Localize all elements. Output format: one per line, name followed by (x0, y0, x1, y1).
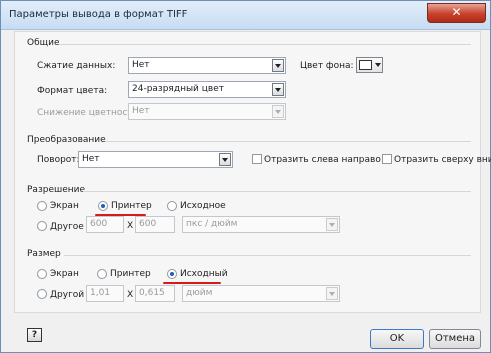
section-size-divider (64, 255, 471, 256)
color-format-value: 24-разрядный цвет (132, 84, 224, 94)
resolution-units-select[interactable]: пкс / дюйм (182, 216, 340, 233)
resolution-x-value: 600 (90, 219, 108, 229)
flip-horizontal-checkbox[interactable] (252, 154, 262, 164)
size-height-value: 0,615 (139, 288, 165, 298)
resolution-y-input[interactable]: 600 (135, 216, 175, 233)
help-button[interactable]: ? (27, 328, 42, 342)
section-transform-divider (105, 141, 471, 142)
size-other-radio[interactable] (37, 289, 47, 299)
background-color-picker[interactable] (356, 57, 383, 73)
window-title: Параметры вывода в формат TIFF (9, 9, 188, 20)
color-reduction-select[interactable]: Нет (128, 103, 286, 120)
size-width-input[interactable]: 1,01 (86, 285, 124, 302)
color-reduction-label: Снижение цветности: (37, 108, 142, 118)
compression-label: Сжатие данных: (37, 61, 116, 71)
size-printer-radio[interactable] (97, 269, 107, 279)
dialog-window: Параметры вывода в формат TIFF ✕ Общие С… (0, 0, 491, 353)
resolution-screen-label[interactable]: Экран (50, 201, 79, 211)
size-printer-label[interactable]: Принтер (110, 269, 151, 279)
size-width-value: 1,01 (90, 288, 111, 298)
size-screen-radio[interactable] (37, 269, 47, 279)
size-units-value: дюйм (186, 288, 213, 298)
cancel-button[interactable]: Отмена (429, 329, 481, 349)
resolution-other-label[interactable]: Другое (50, 222, 84, 232)
resolution-other-radio[interactable] (37, 221, 47, 231)
close-icon: ✕ (451, 5, 462, 19)
size-source-label[interactable]: Исходный (180, 269, 228, 279)
background-color-label: Цвет фона: (300, 61, 354, 71)
resolution-printer-radio[interactable] (98, 201, 108, 211)
red-underline-size (163, 282, 221, 284)
size-screen-label[interactable]: Экран (50, 269, 79, 279)
section-transform-title: Преобразование (27, 135, 106, 145)
size-height-input[interactable]: 0,615 (135, 285, 175, 302)
resolution-times-sign: X (127, 221, 134, 231)
chevron-down-icon (326, 218, 338, 231)
size-times-sign: X (127, 290, 134, 300)
compression-select[interactable]: Нет (128, 57, 286, 74)
section-size-title: Размер (27, 249, 61, 259)
chevron-down-icon (326, 287, 338, 300)
title-bar[interactable]: Параметры вывода в формат TIFF ✕ (1, 1, 490, 30)
section-resolution-divider (83, 191, 471, 192)
chevron-down-icon (375, 63, 381, 67)
help-icon: ? (31, 330, 38, 340)
resolution-source-radio[interactable] (167, 201, 177, 211)
resolution-printer-label[interactable]: Принтер (111, 201, 152, 211)
rotation-value: Нет (82, 154, 100, 164)
chevron-down-icon (272, 105, 284, 118)
resolution-source-label[interactable]: Исходное (180, 201, 226, 211)
compression-value: Нет (132, 60, 150, 70)
color-swatch (359, 60, 372, 70)
chevron-down-icon (272, 59, 284, 72)
resolution-y-value: 600 (139, 219, 157, 229)
size-other-label[interactable]: Другой (50, 290, 84, 300)
section-resolution-title: Разрешение (27, 185, 86, 195)
flip-vertical-checkbox[interactable] (382, 154, 392, 164)
resolution-x-input[interactable]: 600 (86, 216, 124, 233)
size-source-radio[interactable] (167, 269, 177, 279)
ok-button[interactable]: OK (370, 329, 424, 349)
resolution-screen-radio[interactable] (37, 201, 47, 211)
color-format-label: Формат цвета: (37, 86, 108, 96)
resolution-units-value: пкс / дюйм (186, 219, 238, 229)
chevron-down-icon (219, 153, 231, 166)
size-units-select[interactable]: дюйм (182, 285, 340, 302)
section-general-divider (59, 44, 471, 45)
chevron-down-icon (272, 83, 284, 96)
color-format-select[interactable]: 24-разрядный цвет (128, 81, 286, 98)
rotation-select[interactable]: Нет (78, 151, 233, 168)
flip-vertical-label[interactable]: Отразить сверху вниз (394, 155, 491, 165)
color-reduction-value: Нет (132, 106, 150, 116)
close-button[interactable]: ✕ (427, 3, 486, 23)
flip-horizontal-label[interactable]: Отразить слева направо (264, 155, 381, 165)
section-general-title: Общие (27, 38, 60, 48)
rotation-label: Поворот: (37, 155, 80, 165)
